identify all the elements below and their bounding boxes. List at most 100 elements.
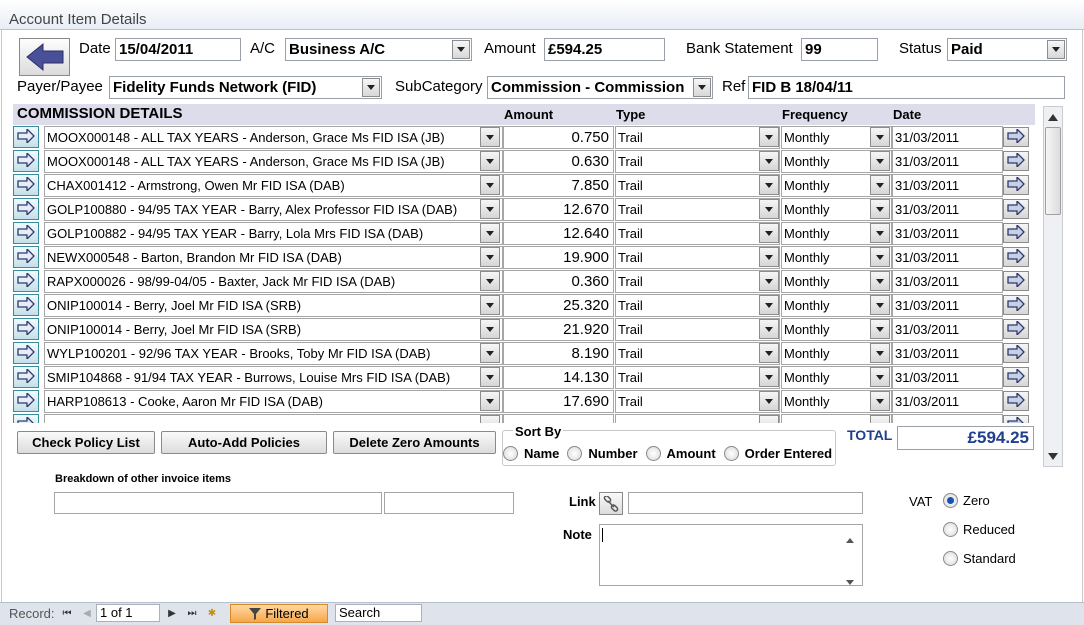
row-action-button[interactable] (1003, 366, 1029, 387)
row-action-button[interactable] (1003, 270, 1029, 291)
type-cell[interactable]: Trail (615, 174, 780, 197)
note-scroll-up-icon[interactable] (846, 530, 854, 546)
amount-cell[interactable]: 0.360 (503, 270, 614, 293)
row-action-button[interactable] (1003, 414, 1029, 423)
vat-reduced-radio[interactable] (943, 522, 958, 537)
policy-dropdown-button[interactable] (480, 127, 500, 147)
policy-dropdown-button[interactable] (480, 199, 500, 219)
type-cell[interactable]: Trail (615, 150, 780, 173)
payer-dropdown-button[interactable] (362, 78, 380, 97)
subcategory-combo[interactable]: Commission - Commission (487, 76, 713, 99)
type-cell[interactable]: Trail (615, 198, 780, 221)
type-dropdown-button[interactable] (759, 319, 779, 339)
open-policy-button[interactable] (13, 366, 39, 388)
policy-dropdown-button[interactable] (480, 391, 500, 411)
amount-cell[interactable] (503, 414, 614, 423)
open-policy-button[interactable] (13, 294, 39, 316)
search-box[interactable]: Search (335, 604, 422, 622)
policy-cell[interactable]: ONIP100014 - Berry, Joel Mr FID ISA (SRB… (44, 318, 503, 341)
row-action-button[interactable] (1003, 390, 1029, 411)
policy-cell[interactable]: CHAX001412 - Armstrong, Owen Mr FID ISA … (44, 174, 503, 197)
type-cell[interactable]: Trail (615, 342, 780, 365)
policy-dropdown-button[interactable] (480, 247, 500, 267)
next-record-icon[interactable]: ▶ (167, 607, 177, 619)
policy-cell[interactable]: MOOX000148 - ALL TAX YEARS - Anderson, G… (44, 126, 503, 149)
previous-record-icon[interactable]: ◀ (82, 607, 92, 619)
type-dropdown-button[interactable] (759, 151, 779, 171)
open-policy-button[interactable] (13, 390, 39, 412)
date-cell[interactable] (892, 414, 1003, 423)
row-action-button[interactable] (1003, 174, 1029, 195)
breakdown-description-input[interactable] (54, 492, 382, 514)
last-record-icon[interactable]: ⏭ (187, 607, 197, 619)
frequency-dropdown-button[interactable] (870, 319, 890, 339)
frequency-dropdown-button[interactable] (870, 415, 890, 423)
type-cell[interactable]: Trail (615, 390, 780, 413)
amount-cell[interactable]: 17.690 (503, 390, 614, 413)
sort-amount-radio[interactable] (645, 446, 661, 461)
policy-dropdown-button[interactable] (480, 295, 500, 315)
vat-reduced-option[interactable]: Reduced (943, 522, 1015, 537)
policy-dropdown-button[interactable] (480, 319, 500, 339)
date-cell[interactable]: 31/03/2011 (892, 126, 1003, 149)
amount-cell[interactable]: 7.850 (503, 174, 614, 197)
amount-cell[interactable]: 0.630 (503, 150, 614, 173)
type-cell[interactable]: Trail (615, 246, 780, 269)
open-policy-button[interactable] (13, 222, 39, 244)
frequency-dropdown-button[interactable] (870, 199, 890, 219)
frequency-dropdown-button[interactable] (870, 175, 890, 195)
type-dropdown-button[interactable] (759, 223, 779, 243)
vat-standard-option[interactable]: Standard (943, 551, 1016, 566)
amount-cell[interactable]: 8.190 (503, 342, 614, 365)
date-cell[interactable]: 31/03/2011 (892, 270, 1003, 293)
type-dropdown-button[interactable] (759, 199, 779, 219)
type-dropdown-button[interactable] (759, 175, 779, 195)
row-action-button[interactable] (1003, 318, 1029, 339)
type-dropdown-button[interactable] (759, 391, 779, 411)
type-dropdown-button[interactable] (759, 271, 779, 291)
date-field[interactable]: 15/04/2011 (115, 38, 241, 61)
policy-dropdown-button[interactable] (480, 271, 500, 291)
open-policy-button[interactable] (13, 150, 39, 172)
policy-dropdown-button[interactable] (480, 367, 500, 387)
frequency-dropdown-button[interactable] (870, 295, 890, 315)
vat-standard-radio[interactable] (943, 551, 958, 566)
filter-toggle-button[interactable]: Filtered (230, 604, 328, 623)
type-cell[interactable]: Trail (615, 318, 780, 341)
payer-combo[interactable]: Fidelity Funds Network (FID) (109, 76, 382, 99)
amount-cell[interactable]: 0.750 (503, 126, 614, 149)
bank-statement-field[interactable]: 99 (801, 38, 878, 61)
frequency-dropdown-button[interactable] (870, 223, 890, 243)
frequency-dropdown-button[interactable] (870, 127, 890, 147)
policy-cell[interactable]: WYLP100201 - 92/96 TAX YEAR - Brooks, To… (44, 342, 503, 365)
amount-cell[interactable]: 12.640 (503, 222, 614, 245)
type-cell[interactable]: Trail (615, 222, 780, 245)
sort-number-radio[interactable] (567, 446, 583, 461)
type-dropdown-button[interactable] (759, 247, 779, 267)
row-action-button[interactable] (1003, 126, 1029, 147)
sort-order-entered-radio[interactable] (723, 446, 739, 461)
note-textarea[interactable] (599, 524, 863, 586)
open-policy-button[interactable] (13, 198, 39, 220)
ac-dropdown-button[interactable] (452, 40, 470, 59)
policy-cell[interactable]: RAPX000026 - 98/99-04/05 - Baxter, Jack … (44, 270, 503, 293)
type-dropdown-button[interactable] (759, 415, 779, 423)
row-action-button[interactable] (1003, 294, 1029, 315)
row-action-button[interactable] (1003, 222, 1029, 243)
scroll-thumb[interactable] (1045, 127, 1061, 215)
date-cell[interactable]: 31/03/2011 (892, 342, 1003, 365)
open-policy-button[interactable] (13, 318, 39, 340)
row-action-button[interactable] (1003, 198, 1029, 219)
date-cell[interactable]: 31/03/2011 (892, 366, 1003, 389)
open-policy-button[interactable] (13, 246, 39, 268)
auto-add-policies-button[interactable]: Auto-Add Policies (161, 431, 327, 454)
date-cell[interactable]: 31/03/2011 (892, 390, 1003, 413)
row-action-button[interactable] (1003, 246, 1029, 267)
current-record-field[interactable]: 1 of 1 (96, 604, 160, 622)
date-cell[interactable]: 31/03/2011 (892, 246, 1003, 269)
frequency-dropdown-button[interactable] (870, 271, 890, 291)
back-button[interactable] (19, 38, 70, 76)
amount-field[interactable]: £594.25 (544, 38, 665, 61)
open-policy-button[interactable] (13, 270, 39, 292)
policy-cell[interactable]: GOLP100880 - 94/95 TAX YEAR - Barry, Ale… (44, 198, 503, 221)
